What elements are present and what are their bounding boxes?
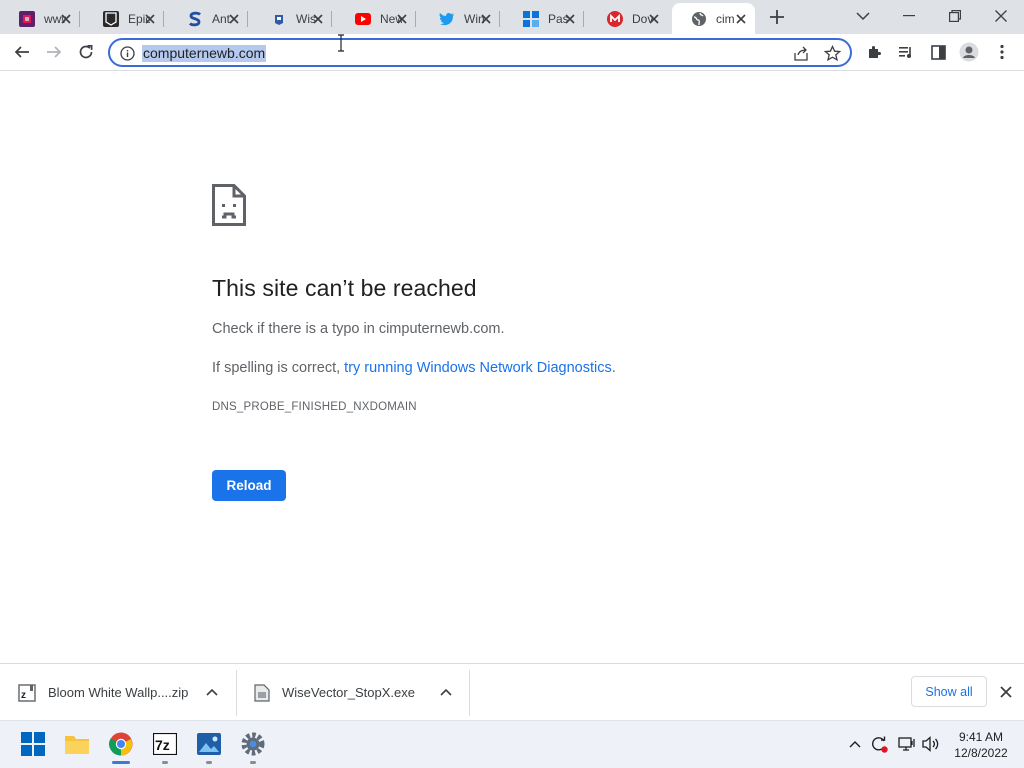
tab-strip: www Epic Ant Wis New Win Pas Dov cim xyxy=(0,0,1024,34)
volume-icon[interactable] xyxy=(922,735,940,753)
tab-2[interactable]: Ant xyxy=(168,3,248,34)
text-cursor-icon xyxy=(338,34,344,52)
media-control-icon[interactable] xyxy=(896,42,916,62)
clock-time: 9:41 AM xyxy=(958,730,1004,744)
running-app-indicator xyxy=(250,761,256,764)
menu-kebab-icon[interactable] xyxy=(992,42,1012,62)
tab-close-icon[interactable] xyxy=(734,12,748,26)
hint-prefix: If spelling is correct, xyxy=(212,360,345,376)
download-filename: WiseVector_StopX.exe xyxy=(282,685,415,700)
tab-6[interactable]: Pas xyxy=(504,3,584,34)
file-explorer-icon[interactable] xyxy=(64,731,90,757)
slack-like-icon xyxy=(19,10,35,27)
tab-separator xyxy=(247,11,248,27)
running-app-indicator xyxy=(162,761,168,764)
taskbar-clock[interactable]: 9:41 AM 12/8/2022 xyxy=(948,729,1014,761)
tab-separator xyxy=(499,11,500,27)
start-icon[interactable] xyxy=(20,731,46,757)
globe-icon xyxy=(691,11,707,27)
network-icon[interactable] xyxy=(898,735,916,753)
s-logo-icon xyxy=(187,11,203,27)
close-window-icon[interactable] xyxy=(990,6,1012,26)
error-diagnostics-hint: If spelling is correct, try running Wind… xyxy=(212,360,616,376)
reload-button[interactable]: Reload xyxy=(212,470,286,501)
new-tab-icon[interactable] xyxy=(767,7,787,27)
error-typo-hint: Check if there is a typo in cimputernewb… xyxy=(212,321,505,337)
exe-file-icon xyxy=(254,683,270,702)
tab-7[interactable]: Dov xyxy=(588,3,668,34)
reload-icon[interactable] xyxy=(76,42,96,62)
sync-alert-icon[interactable] xyxy=(870,735,888,753)
photos-icon[interactable] xyxy=(196,731,222,757)
wise-icon xyxy=(271,11,287,27)
url-text[interactable]: computernewb.com xyxy=(142,45,267,62)
bookmark-star-icon[interactable] xyxy=(824,45,841,62)
share-icon[interactable] xyxy=(793,45,810,62)
minimize-icon[interactable] xyxy=(898,6,920,26)
chevron-up-icon[interactable] xyxy=(440,687,452,697)
settings-icon[interactable] xyxy=(240,731,266,757)
tab-close-icon[interactable] xyxy=(479,12,493,26)
tab-close-icon[interactable] xyxy=(647,12,661,26)
chrome-icon[interactable] xyxy=(108,731,134,757)
tab-close-icon[interactable] xyxy=(143,12,157,26)
tab-close-icon[interactable] xyxy=(311,12,325,26)
extensions-icon[interactable] xyxy=(864,42,884,62)
youtube-icon xyxy=(355,11,371,27)
tab-close-icon[interactable] xyxy=(227,12,241,26)
epic-games-icon xyxy=(103,10,119,27)
hint-suffix: . xyxy=(611,360,616,376)
show-all-downloads-button[interactable]: Show all xyxy=(911,676,987,707)
sad-page-icon xyxy=(212,184,246,226)
download-item[interactable]: z Bloom White Wallp....zip xyxy=(18,664,236,721)
download-divider xyxy=(469,670,470,716)
download-filename: Bloom White Wallp....zip xyxy=(48,685,189,700)
tab-1[interactable]: Epic xyxy=(84,3,164,34)
chevron-up-icon[interactable] xyxy=(206,687,218,697)
windows-tiles-icon xyxy=(523,10,539,27)
windows-taskbar: 7z 9:41 AM 12/8/2022 xyxy=(0,720,1024,768)
zip-archive-icon: z xyxy=(18,683,36,702)
network-diagnostics-link[interactable]: try running Windows Network Diagnostics xyxy=(344,360,612,376)
svg-text:7z: 7z xyxy=(155,737,170,753)
tab-separator xyxy=(163,11,164,27)
tab-separator xyxy=(415,11,416,27)
show-hidden-icons-icon[interactable] xyxy=(846,735,864,753)
tab-separator xyxy=(79,11,80,27)
site-info-icon[interactable] xyxy=(120,46,135,61)
tab-3[interactable]: Wis xyxy=(252,3,332,34)
restore-icon[interactable] xyxy=(944,6,966,26)
twitter-icon xyxy=(439,11,455,27)
download-item[interactable]: WiseVector_StopX.exe xyxy=(254,664,468,721)
7zip-icon[interactable]: 7z xyxy=(152,731,178,757)
download-divider xyxy=(236,670,237,716)
profile-avatar-icon[interactable] xyxy=(959,42,979,62)
tab-separator xyxy=(583,11,584,27)
tab-active[interactable]: cim xyxy=(672,3,755,34)
tab-4[interactable]: New xyxy=(336,3,416,34)
clock-date: 12/8/2022 xyxy=(954,746,1008,760)
back-arrow-icon[interactable] xyxy=(12,42,32,62)
active-app-indicator xyxy=(112,761,130,764)
tab-close-icon[interactable] xyxy=(59,12,73,26)
close-shelf-icon[interactable] xyxy=(998,684,1014,700)
running-app-indicator xyxy=(206,761,212,764)
browser-toolbar: computernewb.com xyxy=(0,34,1024,71)
download-shelf: z Bloom White Wallp....zip WiseVector_St… xyxy=(0,663,1024,720)
error-title: This site can’t be reached xyxy=(212,275,477,301)
svg-text:z: z xyxy=(21,690,26,701)
forward-arrow-icon[interactable] xyxy=(44,42,64,62)
error-code: DNS_PROBE_FINISHED_NXDOMAIN xyxy=(212,401,417,413)
side-panel-icon[interactable] xyxy=(928,42,948,62)
mega-icon xyxy=(607,10,623,27)
tab-close-icon[interactable] xyxy=(395,12,409,26)
tab-0[interactable]: www xyxy=(0,3,80,34)
tab-search-icon[interactable] xyxy=(852,6,874,26)
address-bar[interactable]: computernewb.com xyxy=(108,38,852,67)
tab-close-icon[interactable] xyxy=(563,12,577,26)
tab-separator xyxy=(331,11,332,27)
tab-5[interactable]: Win xyxy=(420,3,500,34)
